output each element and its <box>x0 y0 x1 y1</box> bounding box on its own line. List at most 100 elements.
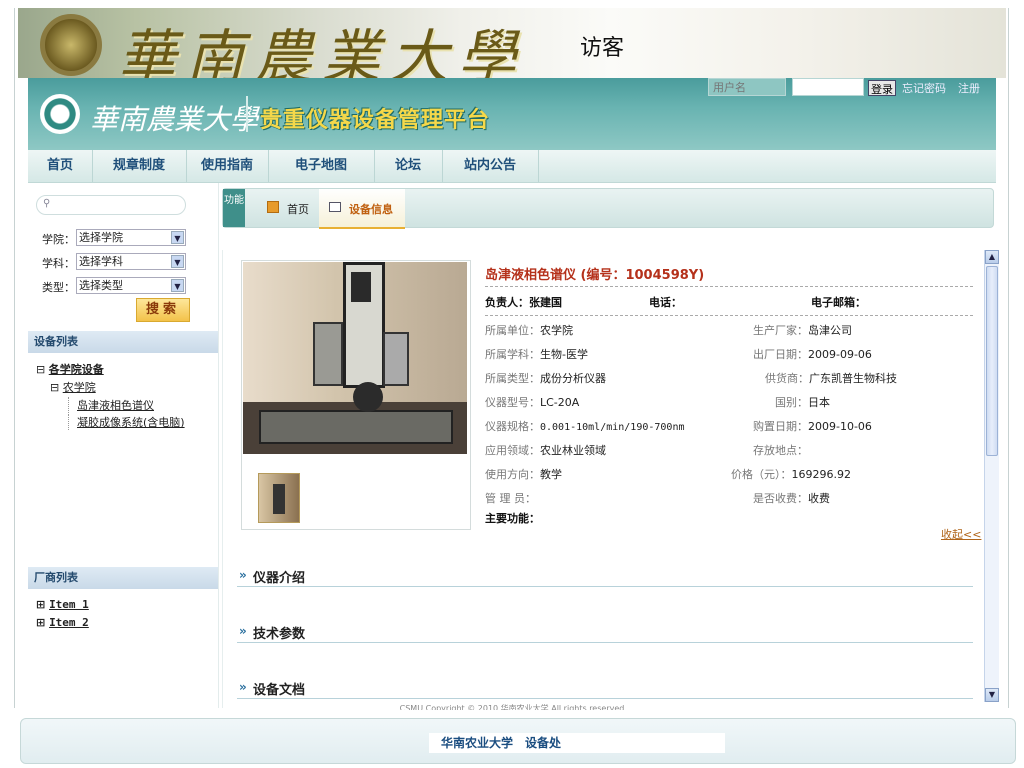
section-title: 技术参数 <box>253 627 306 642</box>
field-model: 仪器型号：LC-20A <box>485 394 579 410</box>
tree-device-label[interactable]: 岛津液相色谱仪 <box>77 399 154 412</box>
device-list-header: 设备列表 <box>28 331 218 353</box>
chevron-down-icon[interactable]: ▼ <box>171 279 184 292</box>
field-factory-date: 出厂日期：2009-09-06 <box>753 346 872 362</box>
university-seal-icon <box>40 14 102 76</box>
filter-type: 类型： 选择类型 ▼ <box>42 277 186 295</box>
tree-device-label[interactable]: 凝胶成像系统(含电脑) <box>77 416 185 429</box>
collapse-icon[interactable]: ⊟ <box>36 363 45 376</box>
field-value: 收费 <box>808 492 830 505</box>
section-introduction[interactable]: » 仪器介绍 <box>237 564 973 587</box>
login-area: 登录 忘记密码 注册 <box>708 78 996 98</box>
field-key: 生产厂家： <box>753 324 808 337</box>
chevron-down-icon[interactable]: ▼ <box>171 255 184 268</box>
field-value: 农学院 <box>540 324 573 337</box>
field-key: 使用方向： <box>485 468 540 481</box>
breadcrumb-home[interactable]: 首页 <box>287 201 309 217</box>
content-scrollbar[interactable]: ▲ ▼ <box>984 250 999 702</box>
select-value: 选择类型 <box>79 279 123 292</box>
filter-college: 学院： 选择学院 ▼ <box>42 229 186 247</box>
field-key: 应用领域： <box>485 444 540 457</box>
tree-root[interactable]: ⊟ 各学院设备 <box>36 361 104 377</box>
field-purchase-date: 购置日期：2009-10-06 <box>753 418 872 434</box>
header-divider <box>246 96 248 132</box>
field-key: 出厂日期： <box>753 348 808 361</box>
tree-college[interactable]: ⊟ 农学院 <box>50 379 96 395</box>
home-icon[interactable] <box>267 201 279 213</box>
expand-icon[interactable]: ⊞ <box>36 598 45 611</box>
device-photo[interactable] <box>243 262 467 454</box>
footer: 华南农业大学 设备处 <box>20 718 1016 764</box>
section-tech-params[interactable]: » 技术参数 <box>237 620 973 643</box>
tab-device-info[interactable]: 设备信息 <box>319 189 405 229</box>
tree-college-label[interactable]: 农学院 <box>63 381 96 394</box>
field-key: 供货商： <box>765 372 809 385</box>
filter-label: 学科： <box>42 257 75 270</box>
field-discipline: 所属学科：生物-医学 <box>485 346 588 362</box>
field-key: 价格（元）： <box>731 468 792 481</box>
device-title: 岛津液相色谱仪 (编号：1004598Y) <box>485 268 705 283</box>
tree-device-item[interactable]: 凝胶成像系统(含电脑) <box>68 414 185 430</box>
field-value: 0.001-10ml/min/190-700nm <box>540 422 685 433</box>
type-select[interactable]: 选择类型 ▼ <box>76 277 186 294</box>
search-icon: ⚲ <box>43 198 51 209</box>
nav-user-guide[interactable]: 使用指南 <box>186 150 269 182</box>
nav-home[interactable]: 首页 <box>28 150 93 182</box>
forgot-password-link[interactable]: 忘记密码 <box>902 80 946 96</box>
frame-line <box>1008 8 1009 708</box>
sidebar-search-input[interactable]: ⚲ <box>36 195 186 215</box>
nav-regulations[interactable]: 规章制度 <box>92 150 187 182</box>
collapse-link[interactable]: 收起<< <box>941 526 981 542</box>
login-button[interactable]: 登录 <box>868 80 896 96</box>
field-manufacturer: 生产厂家：岛津公司 <box>753 322 852 338</box>
collapse-icon[interactable]: ⊟ <box>50 381 59 394</box>
frame-line <box>14 8 15 708</box>
field-unit: 所属单位：农学院 <box>485 322 573 338</box>
field-value: 2009-09-06 <box>808 348 872 361</box>
expand-icon[interactable]: ⊞ <box>36 616 45 629</box>
section-documents[interactable]: » 设备文档 <box>237 676 973 699</box>
register-link[interactable]: 注册 <box>958 80 980 96</box>
field-key: 所属学科： <box>485 348 540 361</box>
double-chevron-icon: » <box>239 680 247 694</box>
visitor-label: 访客 <box>580 36 625 61</box>
search-button[interactable]: 搜索 <box>136 298 190 322</box>
field-value: 农业林业领域 <box>540 444 606 457</box>
field-key: 所属单位： <box>485 324 540 337</box>
field-location: 存放地点： <box>753 442 808 458</box>
username-input[interactable] <box>708 78 786 96</box>
nav-forum[interactable]: 论坛 <box>374 150 443 182</box>
scroll-up-icon[interactable]: ▲ <box>985 250 999 264</box>
nav-map[interactable]: 电子地图 <box>268 150 375 182</box>
vendor-list-header: 厂商列表 <box>28 567 218 589</box>
vendor-item[interactable]: ⊞ Item 1 <box>36 598 89 611</box>
college-select[interactable]: 选择学院 ▼ <box>76 229 186 246</box>
field-supplier: 供货商：广东凯普生物科技 <box>765 370 897 386</box>
double-chevron-icon: » <box>239 568 247 582</box>
double-chevron-icon: » <box>239 624 247 638</box>
banner-calligraphy: 華南農業大學 <box>118 23 527 78</box>
field-key: 存放地点： <box>753 444 808 457</box>
tree-root-label[interactable]: 各学院设备 <box>49 363 104 376</box>
device-detail: 岛津液相色谱仪 (编号：1004598Y) 负责人：张建国 电话： 电子邮箱： … <box>222 250 985 708</box>
vendor-item-label[interactable]: Item 1 <box>49 598 89 611</box>
field-key: 仪器规格： <box>485 420 540 433</box>
tree-device-item[interactable]: 岛津液相色谱仪 <box>68 397 154 413</box>
field-usage: 使用方向：教学 <box>485 466 562 482</box>
logo-seal-icon <box>40 94 80 134</box>
chevron-down-icon[interactable]: ▼ <box>171 231 184 244</box>
nav-announcements[interactable]: 站内公告 <box>442 150 539 182</box>
sidebar: ⚲ 学院： 选择学院 ▼ 学科： 选择学科 ▼ 类型： 选择类型 ▼ 搜索 设备… <box>28 183 219 708</box>
vendor-item-label[interactable]: Item 2 <box>49 616 89 629</box>
scroll-thumb[interactable] <box>986 266 998 456</box>
email-label: 电子邮箱： <box>811 296 866 309</box>
school-name: 華南農業大學 <box>90 103 259 136</box>
password-input[interactable] <box>792 78 864 96</box>
field-value: 日本 <box>808 396 830 409</box>
field-value: 生物-医学 <box>540 348 588 361</box>
field-admin: 管 理 员： <box>485 490 536 506</box>
vendor-item[interactable]: ⊞ Item 2 <box>36 616 89 629</box>
discipline-select[interactable]: 选择学科 ▼ <box>76 253 186 270</box>
main-function-label: 主要功能： <box>485 512 540 525</box>
device-thumbnail[interactable] <box>258 473 300 523</box>
